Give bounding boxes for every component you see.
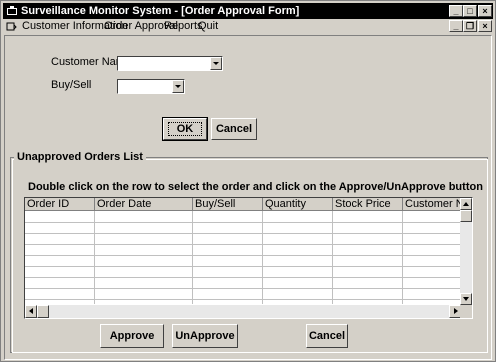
scroll-up-icon[interactable] xyxy=(460,198,472,210)
table-row[interactable] xyxy=(25,244,461,245)
buysell-label: Buy/Sell xyxy=(51,79,92,91)
scrollbar-corner xyxy=(460,305,472,318)
close-button[interactable]: × xyxy=(478,5,492,17)
document-icon[interactable] xyxy=(6,21,17,32)
table-row[interactable] xyxy=(25,288,461,289)
app-icon xyxy=(7,6,17,15)
table-row[interactable] xyxy=(25,255,461,256)
table-row[interactable] xyxy=(25,233,461,234)
chevron-down-icon[interactable] xyxy=(210,57,222,70)
cancel-bottom-button[interactable]: Cancel xyxy=(306,324,348,348)
grid-column-divider xyxy=(402,211,403,304)
title-bar[interactable]: Surveillance Monitor System - [Order App… xyxy=(3,3,493,19)
grid-column-divider xyxy=(192,211,193,304)
scroll-left-icon[interactable] xyxy=(25,305,37,318)
approve-button[interactable]: Approve xyxy=(100,324,164,348)
horizontal-scrollbar[interactable] xyxy=(25,305,461,318)
column-header-order-date[interactable]: Order Date xyxy=(95,198,193,211)
column-header-customer-name[interactable]: Customer Name xyxy=(403,198,461,211)
column-header-order-id[interactable]: Order ID xyxy=(25,198,95,211)
vertical-scroll-thumb[interactable] xyxy=(460,210,472,222)
cancel-button[interactable]: Cancel xyxy=(211,118,257,140)
group-title: Unapproved Orders List xyxy=(14,151,146,163)
menu-bar: Customer Information Order Approval Repo… xyxy=(3,19,493,34)
table-row[interactable] xyxy=(25,266,461,267)
table-row[interactable] xyxy=(25,299,461,300)
table-row[interactable] xyxy=(25,222,461,223)
minimize-button[interactable]: _ xyxy=(449,5,463,17)
menu-reports[interactable]: Reports xyxy=(164,20,203,33)
chevron-down-icon[interactable] xyxy=(172,80,184,93)
orders-grid[interactable]: Order ID Order Date Buy/Sell Quantity St… xyxy=(24,197,473,319)
ok-label: OK xyxy=(167,122,203,136)
grid-column-divider xyxy=(332,211,333,304)
buysell-combo[interactable] xyxy=(117,79,185,94)
child-minimize-button[interactable]: _ xyxy=(449,20,463,32)
table-row[interactable] xyxy=(25,277,461,278)
scroll-down-icon[interactable] xyxy=(460,293,472,305)
customer-name-combo[interactable] xyxy=(117,56,223,71)
window-title: Surveillance Monitor System - [Order App… xyxy=(21,5,300,17)
grid-column-divider xyxy=(262,211,263,304)
vertical-scrollbar[interactable] xyxy=(460,198,472,305)
ok-button[interactable]: OK xyxy=(162,117,208,141)
unapprove-button[interactable]: UnApprove xyxy=(172,324,238,348)
horizontal-scroll-thumb[interactable] xyxy=(37,305,49,318)
menu-quit[interactable]: Quit xyxy=(198,20,218,33)
column-header-stock-price[interactable]: Stock Price xyxy=(333,198,403,211)
child-close-button[interactable]: × xyxy=(478,20,492,32)
grid-column-divider xyxy=(94,211,95,304)
maximize-button[interactable]: □ xyxy=(463,5,477,17)
column-header-quantity[interactable]: Quantity xyxy=(263,198,333,211)
app-window: Surveillance Monitor System - [Order App… xyxy=(0,0,496,362)
column-header-buysell[interactable]: Buy/Sell xyxy=(193,198,263,211)
instruction-text: Double click on the row to select the or… xyxy=(28,181,483,193)
child-restore-button[interactable]: ❐ xyxy=(463,20,477,32)
